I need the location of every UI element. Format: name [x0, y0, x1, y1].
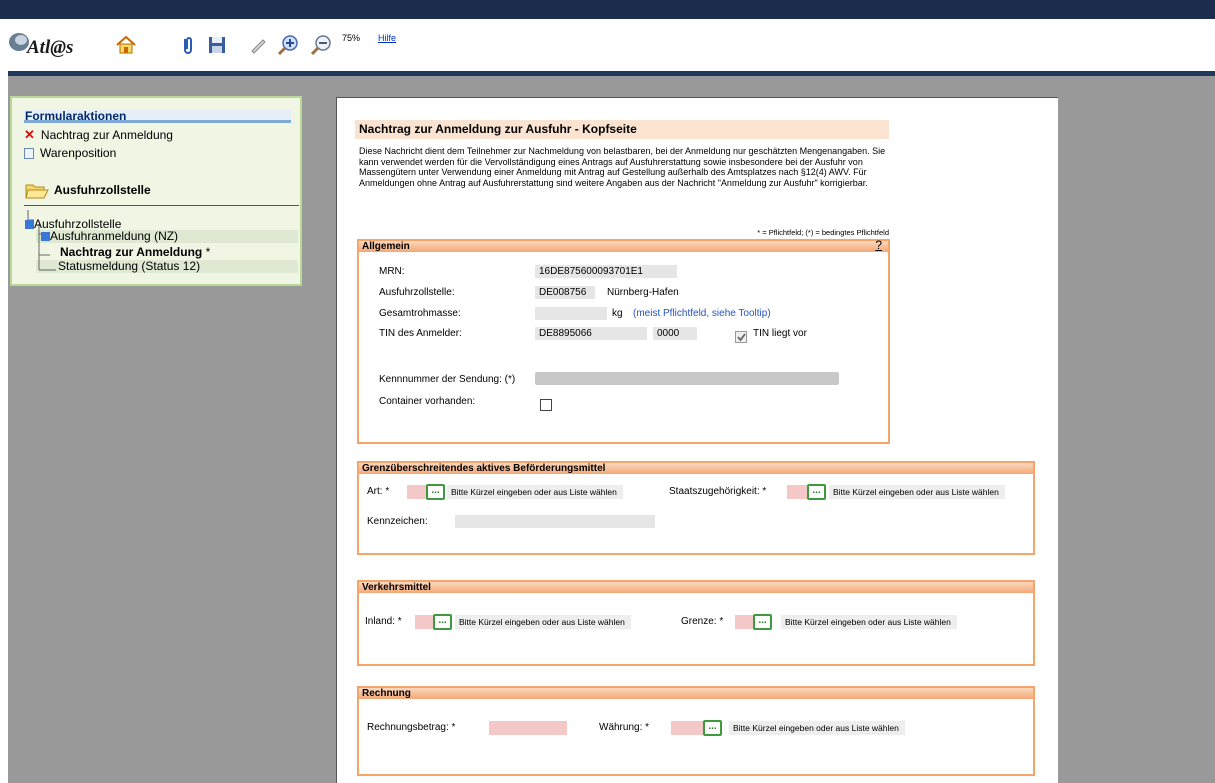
collapse-icon[interactable] [25, 220, 34, 229]
tin-field[interactable]: DE8895066 [535, 327, 647, 340]
staat-label: Staatszugehörigkeit: * [669, 486, 767, 497]
grenze-input[interactable] [735, 615, 755, 629]
gesamtrohmasse-field[interactable] [535, 307, 607, 320]
art-input[interactable] [407, 485, 427, 499]
fieldset-allgemein: Allgemein ? MRN: 16DE875600093701E1 Ausf… [357, 239, 890, 444]
kennzeichen-label: Kennzeichen: [367, 516, 428, 527]
masse-label: Gesamtrohmasse: [379, 308, 461, 319]
help-link[interactable]: Hilfe [378, 33, 396, 43]
fieldset-grenzueberschreitend: Grenzüberschreitendes aktives Beförderun… [357, 461, 1035, 555]
sidebar-heading: Formularaktionen [24, 110, 291, 123]
help-button[interactable]: ? [875, 239, 882, 251]
tin-checkbox[interactable] [735, 331, 747, 343]
container-label: Container vorhanden: [379, 396, 476, 407]
art-label: Art: * [367, 486, 390, 497]
page-title: Nachtrag zur Anmeldung zur Ausfuhr - Kop… [355, 120, 889, 139]
zollstelle-name: Nürnberg-Hafen [607, 287, 679, 298]
required-legend: * = Pflichtfeld; (*) = bedingtes Pflicht… [757, 228, 889, 237]
mrn-label: MRN: [379, 266, 405, 277]
inland-input[interactable] [415, 615, 435, 629]
inland-label: Inland: * [365, 616, 402, 627]
zoom-level: 75% [342, 33, 361, 43]
waehrung-hint: Bitte Kürzel eingeben oder aus Liste wäh… [729, 721, 905, 735]
betrag-label: Rechnungsbetrag: * [367, 722, 456, 733]
masse-tooltip-note: (meist Pflichtfeld, siehe Tooltip) [633, 308, 771, 319]
sidebar-action-label: Nachtrag zur Anmeldung [40, 128, 173, 142]
grenze-list-button[interactable]: ... [753, 614, 772, 630]
waehrung-label: Währung: * [599, 722, 650, 733]
rechnungsbetrag-input[interactable] [489, 721, 567, 735]
fieldset-rechnung: Rechnung Rechnungsbetrag: * Währung: * .… [357, 686, 1035, 776]
cross-icon: ✕ [24, 127, 35, 142]
zoom-out-icon[interactable] [309, 34, 333, 56]
tin-suffix-field[interactable]: 0000 [653, 327, 697, 340]
tin-check-label: TIN liegt vor [753, 328, 807, 339]
page-icon [24, 147, 34, 159]
inland-hint: Bitte Kürzel eingeben oder aus Liste wäh… [455, 615, 631, 629]
home-icon[interactable] [114, 34, 138, 56]
intro-text: Diese Nachricht dient dem Teilnehmer zur… [359, 146, 886, 188]
paperclip-icon[interactable] [176, 34, 200, 56]
tree-item-ausfuhranmeldung[interactable]: Ausfuhranmeldung (NZ) [41, 230, 178, 242]
form-document: Nachtrag zur Anmeldung zur Ausfuhr - Kop… [336, 97, 1058, 783]
inland-list-button[interactable]: ... [433, 614, 452, 630]
sidebar-section-title: Ausfuhrzollstelle [24, 174, 299, 206]
masse-unit: kg [612, 308, 623, 319]
fieldset-header: Grenzüberschreitendes aktives Beförderun… [359, 463, 1033, 474]
fieldset-header: Verkehrsmittel [359, 582, 1033, 593]
grenze-hint: Bitte Kürzel eingeben oder aus Liste wäh… [781, 615, 957, 629]
logo-text: Atl@s [27, 37, 74, 58]
pen-icon[interactable] [246, 34, 270, 56]
staat-hint: Bitte Kürzel eingeben oder aus Liste wäh… [829, 485, 1005, 499]
check-icon [737, 333, 746, 342]
mrn-field[interactable]: 16DE875600093701E1 [535, 265, 677, 278]
sidebar-action-nachtrag[interactable]: ✕ Nachtrag zur Anmeldung [24, 128, 173, 142]
staat-list-button[interactable]: ... [807, 484, 826, 500]
tree-item-nachtrag[interactable]: Nachtrag zur Anmeldung * [60, 246, 210, 258]
zollstelle-code-field[interactable]: DE008756 [535, 286, 595, 299]
kennzeichen-field[interactable] [455, 515, 655, 528]
waehrung-list-button[interactable]: ... [703, 720, 722, 736]
zollstelle-label: Ausfuhrzollstelle: [379, 287, 455, 298]
open-folder-icon [25, 184, 49, 198]
staat-input[interactable] [787, 485, 807, 499]
tree-item-statusmeldung[interactable]: Statusmeldung (Status 12) [58, 260, 200, 272]
waehrung-input[interactable] [671, 721, 703, 735]
grenze-label: Grenze: * [681, 616, 724, 627]
fieldset-header: Rechnung [359, 688, 1033, 699]
art-list-button[interactable]: ... [426, 484, 445, 500]
sidebar: Formularaktionen ✕ Nachtrag zur Anmeldun… [10, 96, 302, 286]
tin-label: TIN des Anmelder: [379, 328, 462, 339]
fieldset-header: Allgemein ? [359, 239, 888, 252]
sidebar-action-warenposition[interactable]: Warenposition [24, 146, 116, 160]
art-hint: Bitte Kürzel eingeben oder aus Liste wäh… [447, 485, 623, 499]
kennnummer-label: Kennnummer der Sendung: (*) [379, 374, 516, 385]
fieldset-verkehrsmittel: Verkehrsmittel Inland: * ... Bitte Kürze… [357, 580, 1035, 666]
container-checkbox[interactable] [540, 399, 552, 411]
kennnummer-field[interactable] [535, 372, 839, 385]
save-icon[interactable] [205, 34, 229, 56]
sidebar-action-label: Warenposition [40, 146, 117, 160]
expand-icon[interactable] [41, 232, 50, 241]
zoom-in-icon[interactable] [276, 34, 300, 56]
top-banner [0, 0, 1215, 19]
